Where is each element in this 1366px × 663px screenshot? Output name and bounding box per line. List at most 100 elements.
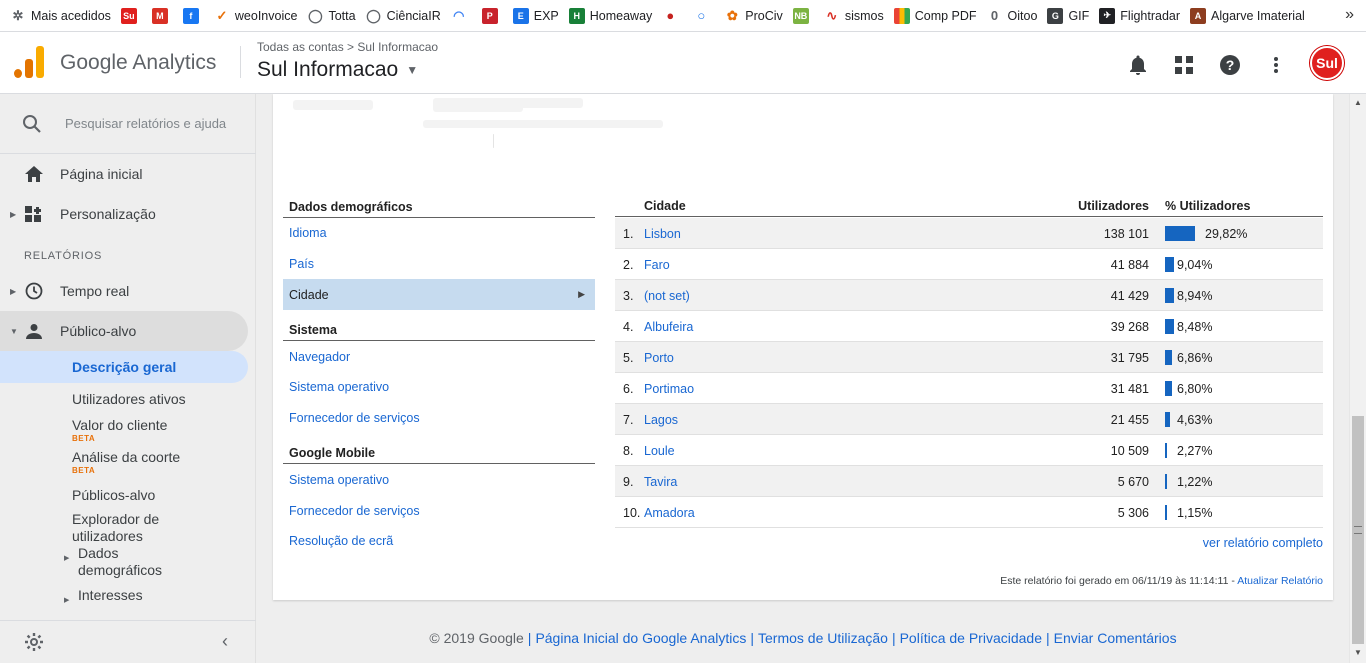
pct-bar: [1165, 319, 1174, 334]
oitoo-icon: 0: [990, 8, 999, 23]
footer-privacy-link[interactable]: Política de Privacidade: [900, 630, 1042, 646]
breadcrumb[interactable]: Todas as contas > Sul Informacao: [257, 40, 438, 54]
column-header-city[interactable]: Cidade: [644, 199, 686, 213]
page-scrollbar[interactable]: ▲ ▼: [1349, 94, 1366, 663]
city-link[interactable]: Porto: [644, 351, 674, 365]
dimension-city[interactable]: Cidade ▶: [283, 279, 595, 310]
sidebar-item-label: Valor do cliente: [72, 417, 168, 433]
bookmark-item[interactable]: NB: [792, 7, 814, 24]
city-link[interactable]: Amadora: [644, 506, 695, 520]
bookmarks-overflow-icon[interactable]: »: [1345, 6, 1354, 24]
dimension-country[interactable]: País: [289, 257, 314, 271]
sidebar-item-audiences[interactable]: Públicos-alvo: [72, 487, 155, 504]
bookmark-item[interactable]: P: [481, 7, 503, 24]
search-input[interactable]: Pesquisar relatórios e ajuda: [65, 116, 226, 131]
sidebar-item-demographics[interactable]: ▶ Dados demográficos: [64, 545, 188, 579]
bookmark-item[interactable]: A Algarve Imaterial: [1190, 7, 1305, 24]
dimension-isp[interactable]: Fornecedor de serviços: [289, 411, 420, 425]
pct-bar: [1165, 288, 1174, 303]
scroll-up-icon[interactable]: ▲: [1354, 98, 1362, 107]
bookmark-item[interactable]: E EXP: [512, 7, 559, 24]
bookmark-item[interactable]: ✓ weoInvoice: [214, 8, 297, 24]
bookmark-item[interactable]: ✿ ProCiv: [724, 8, 783, 24]
bookmark-item[interactable]: ◠: [451, 8, 472, 24]
pct-bar: [1165, 412, 1170, 427]
city-link[interactable]: Loule: [644, 444, 675, 458]
dimension-language[interactable]: Idioma: [289, 226, 327, 240]
dimension-browser[interactable]: Navegador: [289, 350, 350, 364]
account-avatar[interactable]: Sul: [1310, 46, 1344, 80]
bookmark-item[interactable]: M: [151, 7, 173, 24]
city-link[interactable]: Faro: [644, 258, 670, 272]
city-link[interactable]: Portimao: [644, 382, 694, 396]
help-icon[interactable]: ?: [1218, 53, 1242, 77]
bookmark-item[interactable]: ●: [662, 8, 683, 24]
apps-grid-icon[interactable]: [1172, 53, 1196, 77]
footer-home-link[interactable]: Página Inicial do Google Analytics: [535, 630, 746, 646]
sidebar-item-label: Análise da coorte: [72, 449, 181, 465]
dimension-screen-resolution[interactable]: Resolução de ecrã: [289, 534, 393, 548]
footer-terms-link[interactable]: Termos de Utilização: [758, 630, 888, 646]
sidebar-item-label: Personalização: [60, 206, 156, 222]
bookmark-item[interactable]: ○: [693, 8, 714, 24]
sidebar-item-overview[interactable]: Descrição geral: [0, 351, 248, 383]
notifications-bell-icon[interactable]: [1126, 53, 1150, 77]
sidebar-item-realtime[interactable]: ▶ Tempo real: [0, 271, 256, 311]
sidebar-item-interests[interactable]: ▶ Interesses: [64, 587, 143, 609]
dimension-os[interactable]: Sistema operativo: [289, 380, 389, 394]
sidebar-item-user-explorer[interactable]: Explorador de utilizadores: [72, 511, 192, 545]
city-link[interactable]: (not set): [644, 289, 690, 303]
city-link[interactable]: Albufeira: [644, 320, 693, 334]
page-footer: © 2019 Google | Página Inicial do Google A…: [429, 630, 1177, 646]
bookmark-item[interactable]: G GIF: [1047, 7, 1089, 24]
google-analytics-logo-icon[interactable]: [14, 46, 44, 78]
bookmark-item[interactable]: 0 Oitoo: [987, 8, 1038, 24]
sidebar: Pesquisar relatórios e ajuda Página inic…: [0, 94, 256, 663]
city-link[interactable]: Tavira: [644, 475, 677, 489]
bookmark-item[interactable]: ◯ Totta: [307, 8, 355, 24]
property-selector[interactable]: Sul Informacao ▼: [257, 58, 418, 82]
table-row: 6. Portimao 31 481 6,80%: [615, 373, 1323, 404]
sidebar-item-cohort[interactable]: Análise da coorte BETA: [72, 449, 180, 475]
table-row: 8. Loule 10 509 2,27%: [615, 435, 1323, 466]
bookmark-label: sismos: [844, 8, 884, 23]
settings-gear-icon[interactable]: [24, 632, 44, 652]
bookmark-item[interactable]: Comp PDF: [893, 7, 977, 24]
column-header-pct-users[interactable]: % Utilizadores: [1165, 199, 1250, 213]
bookmark-item[interactable]: ◯ CiênciaIR: [366, 8, 440, 24]
users-value: 41 884: [1110, 258, 1149, 272]
city-link[interactable]: Lisbon: [644, 227, 681, 241]
dimension-mobile-os[interactable]: Sistema operativo: [289, 473, 389, 487]
bookmark-item[interactable]: Su: [120, 7, 142, 24]
collapse-sidebar-icon[interactable]: ‹: [222, 631, 228, 652]
sidebar-item-active-users[interactable]: Utilizadores ativos: [72, 391, 186, 408]
bookmark-item[interactable]: ∿ sismos: [824, 8, 884, 24]
full-report-link[interactable]: ver relatório completo: [1203, 536, 1323, 550]
sidebar-item-audience[interactable]: ▼ Público-alvo: [0, 311, 248, 351]
bookmark-item[interactable]: H Homeaway: [568, 7, 652, 24]
table-row: 9. Tavira 5 670 1,22%: [615, 466, 1323, 497]
copyright: © 2019 Google: [429, 630, 524, 646]
column-header-users[interactable]: Utilizadores: [1078, 199, 1149, 213]
sidebar-item-customization[interactable]: ▶ Personalização: [0, 194, 256, 234]
more-vert-icon[interactable]: [1264, 53, 1288, 77]
city-link[interactable]: Lagos: [644, 413, 678, 427]
scroll-down-icon[interactable]: ▼: [1354, 648, 1362, 657]
table-row: 3. (not set) 41 429 8,94%: [615, 280, 1323, 311]
sidebar-item-home[interactable]: Página inicial: [0, 154, 256, 194]
sidebar-search[interactable]: Pesquisar relatórios e ajuda: [0, 94, 256, 154]
bookmark-item[interactable]: ✲ Mais acedidos: [10, 8, 111, 24]
bookmark-item[interactable]: ✈ Flightradar: [1099, 7, 1180, 24]
footer-feedback-link[interactable]: Enviar Comentários: [1054, 630, 1177, 646]
dimension-mobile-isp[interactable]: Fornecedor de serviços: [289, 504, 420, 518]
beta-badge: BETA: [72, 434, 96, 443]
refresh-report-link[interactable]: Atualizar Relatório: [1237, 575, 1323, 587]
users-value: 5 670: [1117, 475, 1149, 489]
app-title: Google Analytics: [60, 51, 217, 74]
users-value: 5 306: [1117, 506, 1149, 520]
sidebar-item-lifetime-value[interactable]: Valor do cliente BETA: [72, 417, 167, 443]
expand-arrow-icon: ▶: [64, 555, 70, 562]
gmail-icon: M: [151, 7, 168, 24]
bookmark-item[interactable]: f: [182, 7, 204, 24]
pct-bar: [1165, 350, 1172, 365]
